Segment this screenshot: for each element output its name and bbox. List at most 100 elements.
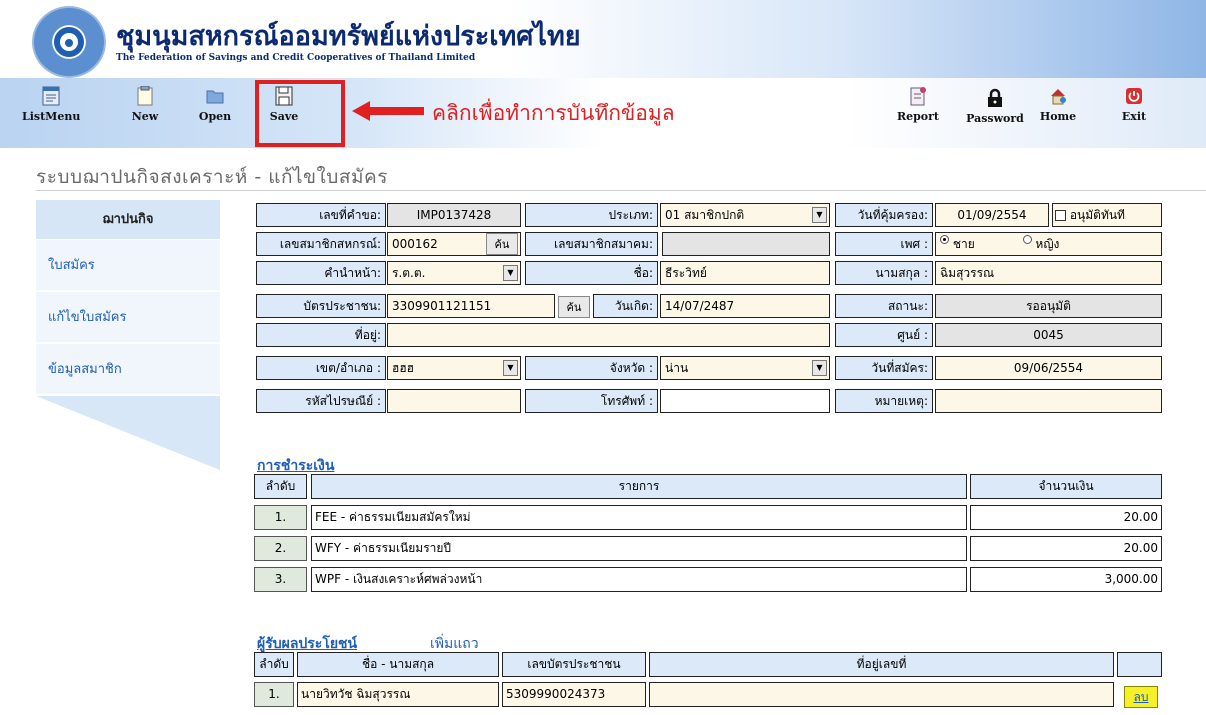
search-coop-member-button[interactable]: ค้น (486, 233, 518, 255)
col-header-address: ที่อยู่เลขที่ (649, 652, 1114, 677)
coop-member-no-field[interactable]: 000162 ค้น (387, 232, 521, 256)
checkbox-icon (1055, 210, 1066, 221)
status-field: รออนุมัติ (935, 294, 1162, 318)
chevron-down-icon: ▼ (812, 207, 827, 223)
type-label: ประเภท: (525, 203, 658, 227)
home-button[interactable]: Home (1032, 86, 1084, 123)
coverage-date-field[interactable]: 01/09/2554 (935, 203, 1049, 227)
approve-now-checkbox[interactable]: อนุมัติทันที (1052, 203, 1162, 227)
request-no-label: เลขที่คำขอ: (256, 203, 386, 227)
radio-icon (940, 235, 949, 244)
password-button[interactable]: Password (962, 88, 1028, 125)
postcode-field[interactable] (387, 389, 521, 413)
birth-date-label: วันเกิด: (593, 294, 658, 318)
prefix-select[interactable]: ร.ต.ต. ▼ (387, 261, 521, 285)
gender-radio-group: ชาย หญิง (935, 232, 1162, 256)
radio-icon (1022, 235, 1032, 244)
chevron-down-icon: ▼ (503, 360, 518, 376)
sidebar-item-member-data[interactable]: ข้อมูลสมาชิก (36, 344, 220, 396)
save-instruction-annotation: คลิกเพื่อทำการบันทึกข้อมูล (432, 101, 675, 125)
sidebar-item-application[interactable]: ใบสมัคร (36, 240, 220, 292)
province-value: น่าน (665, 361, 689, 375)
home-icon (1051, 89, 1066, 105)
sidebar: ฌาปนกิจ ใบสมัคร แก้ไขใบสมัคร ข้อมูลสมาชิ… (36, 200, 220, 470)
beneficiary-name-field[interactable]: นายวิทวัช ฉิมสุวรรณ (297, 682, 499, 707)
open-label: Open (198, 110, 232, 123)
page-title: ระบบฌาปนกิจสงเคราะห์ - แก้ไขใบสมัคร (36, 166, 388, 188)
new-button[interactable]: New (125, 86, 165, 123)
col-header-no: ลำดับ (254, 652, 294, 677)
district-label: เขต/อำเภอ : (256, 356, 386, 380)
sidebar-item-edit-application[interactable]: แก้ไขใบสมัคร (36, 292, 220, 344)
status-label: สถานะ: (835, 294, 933, 318)
id-card-field[interactable]: 3309901121151 (387, 294, 555, 318)
exit-button[interactable]: Exit (1112, 86, 1156, 123)
remark-field[interactable] (935, 389, 1162, 413)
first-name-field[interactable]: ธีระวิทย์ (660, 261, 830, 285)
payment-row-no: 2. (254, 536, 307, 561)
payment-row-item: WPF - เงินสงเคราะห์ศพล่วงหน้า (311, 567, 967, 592)
address-label: ที่อยู่: (256, 323, 386, 347)
address-field[interactable] (387, 323, 830, 347)
district-value: ฮฮฮ (392, 361, 414, 375)
payment-row-no: 3. (254, 567, 307, 592)
last-name-label: นามสกุล : (835, 261, 933, 285)
id-card-label: บัตรประชาชน: (256, 294, 386, 318)
power-icon (1126, 88, 1142, 104)
col-header-id-card: เลขบัตรประชาชน (502, 652, 646, 677)
apply-date-field[interactable]: 09/06/2554 (935, 356, 1162, 380)
report-icon (910, 87, 926, 106)
sidebar-decoration (36, 396, 220, 470)
org-name-english: The Federation of Savings and Credit Coo… (116, 53, 476, 63)
type-value: 01 สมาชิกปกติ (665, 208, 745, 222)
coverage-date-label: วันที่คุ้มครอง: (835, 203, 933, 227)
coop-member-no-label: เลขสมาชิกสหกรณ์: (256, 232, 386, 256)
gender-label: เพศ : (835, 232, 933, 256)
app-header: ชุมนุมสหกรณ์ออมทรัพย์แห่งประเทศไทย The F… (0, 0, 1206, 78)
apply-date-label: วันที่สมัคร: (835, 356, 933, 380)
folder-icon (206, 90, 224, 104)
exit-label: Exit (1121, 110, 1147, 123)
list-menu-icon (42, 86, 60, 106)
approve-now-label: อนุมัติทันที (1069, 208, 1125, 222)
report-label: Report (896, 110, 940, 123)
prefix-value: ร.ต.ต. (392, 266, 426, 280)
beneficiary-id-card-field[interactable]: 5309990024373 (502, 682, 646, 707)
left-arrow-icon (352, 101, 424, 121)
gender-male-option[interactable]: ชาย (940, 235, 975, 251)
federation-logo (32, 6, 106, 78)
col-header-name: ชื่อ - นามสกุล (297, 652, 499, 677)
birth-date-field[interactable]: 14/07/2487 (660, 294, 830, 318)
chevron-down-icon: ▼ (503, 265, 518, 281)
report-button[interactable]: Report (892, 86, 944, 123)
remark-label: หมายเหตุ: (835, 389, 933, 413)
center-field: 0045 (935, 323, 1162, 347)
phone-label: โทรศัพท์ : (525, 389, 658, 413)
beneficiary-address-field[interactable] (649, 682, 1114, 707)
payment-row-item: WFY - ค่าธรรมเนียมรายปี (311, 536, 967, 561)
payment-row-amount: 3,000.00 (970, 567, 1162, 592)
new-label: New (131, 110, 159, 123)
type-select[interactable]: 01 สมาชิกปกติ ▼ (660, 203, 830, 227)
center-label: ศูนย์ : (835, 323, 933, 347)
listmenu-button[interactable]: ListMenu (22, 86, 80, 123)
postcode-label: รหัสไปรษณีย์ : (256, 389, 386, 413)
search-id-card-button[interactable]: ค้น (558, 296, 590, 318)
payment-row-amount: 20.00 (970, 505, 1162, 530)
org-name-thai: ชุมนุมสหกรณ์ออมทรัพย์แห่งประเทศไทย (116, 21, 581, 52)
coop-member-no-value: 000162 (392, 237, 438, 251)
first-name-label: ชื่อ: (525, 261, 658, 285)
save-highlight-box (255, 80, 345, 147)
phone-field[interactable] (660, 389, 830, 413)
open-button[interactable]: Open (192, 86, 238, 123)
new-document-icon (137, 86, 153, 106)
province-select[interactable]: น่าน ▼ (660, 356, 830, 380)
col-header-action (1117, 652, 1162, 677)
last-name-field[interactable]: ฉิมสุวรรณ (935, 261, 1162, 285)
assoc-member-no-field (662, 232, 830, 256)
delete-row-button[interactable]: ลบ (1124, 686, 1158, 708)
gender-female-option[interactable]: หญิง (1022, 235, 1060, 251)
district-select[interactable]: ฮฮฮ ▼ (387, 356, 521, 380)
gender-male-label: ชาย (952, 237, 975, 251)
gender-female-label: หญิง (1035, 237, 1060, 251)
